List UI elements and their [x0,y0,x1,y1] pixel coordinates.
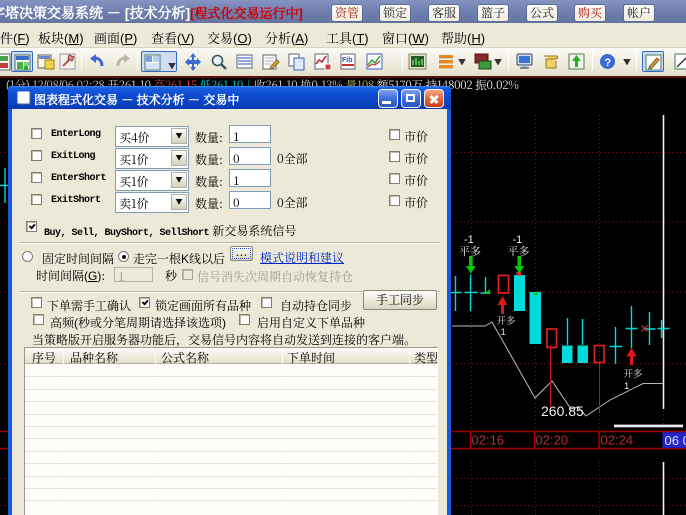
svg-text:02:24: 02:24 [601,433,634,448]
svg-text:平多: 平多 [459,245,481,258]
svg-text:开多: 开多 [624,368,644,380]
svg-text:平多: 平多 [508,245,530,258]
svg-text:06 06: 06 06 [665,433,686,448]
svg-text:-1: -1 [464,234,474,246]
svg-text:02:16: 02:16 [472,433,505,448]
svg-text:-1: -1 [513,234,523,246]
svg-text:260.85: 260.85 [541,403,584,419]
svg-text:Fib: Fib [342,57,353,64]
svg-text:?: ? [605,57,612,69]
svg-text:开多: 开多 [497,315,517,327]
svg-text:1: 1 [501,327,506,338]
svg-text:02:20: 02:20 [536,433,569,448]
svg-text:1: 1 [624,381,629,392]
